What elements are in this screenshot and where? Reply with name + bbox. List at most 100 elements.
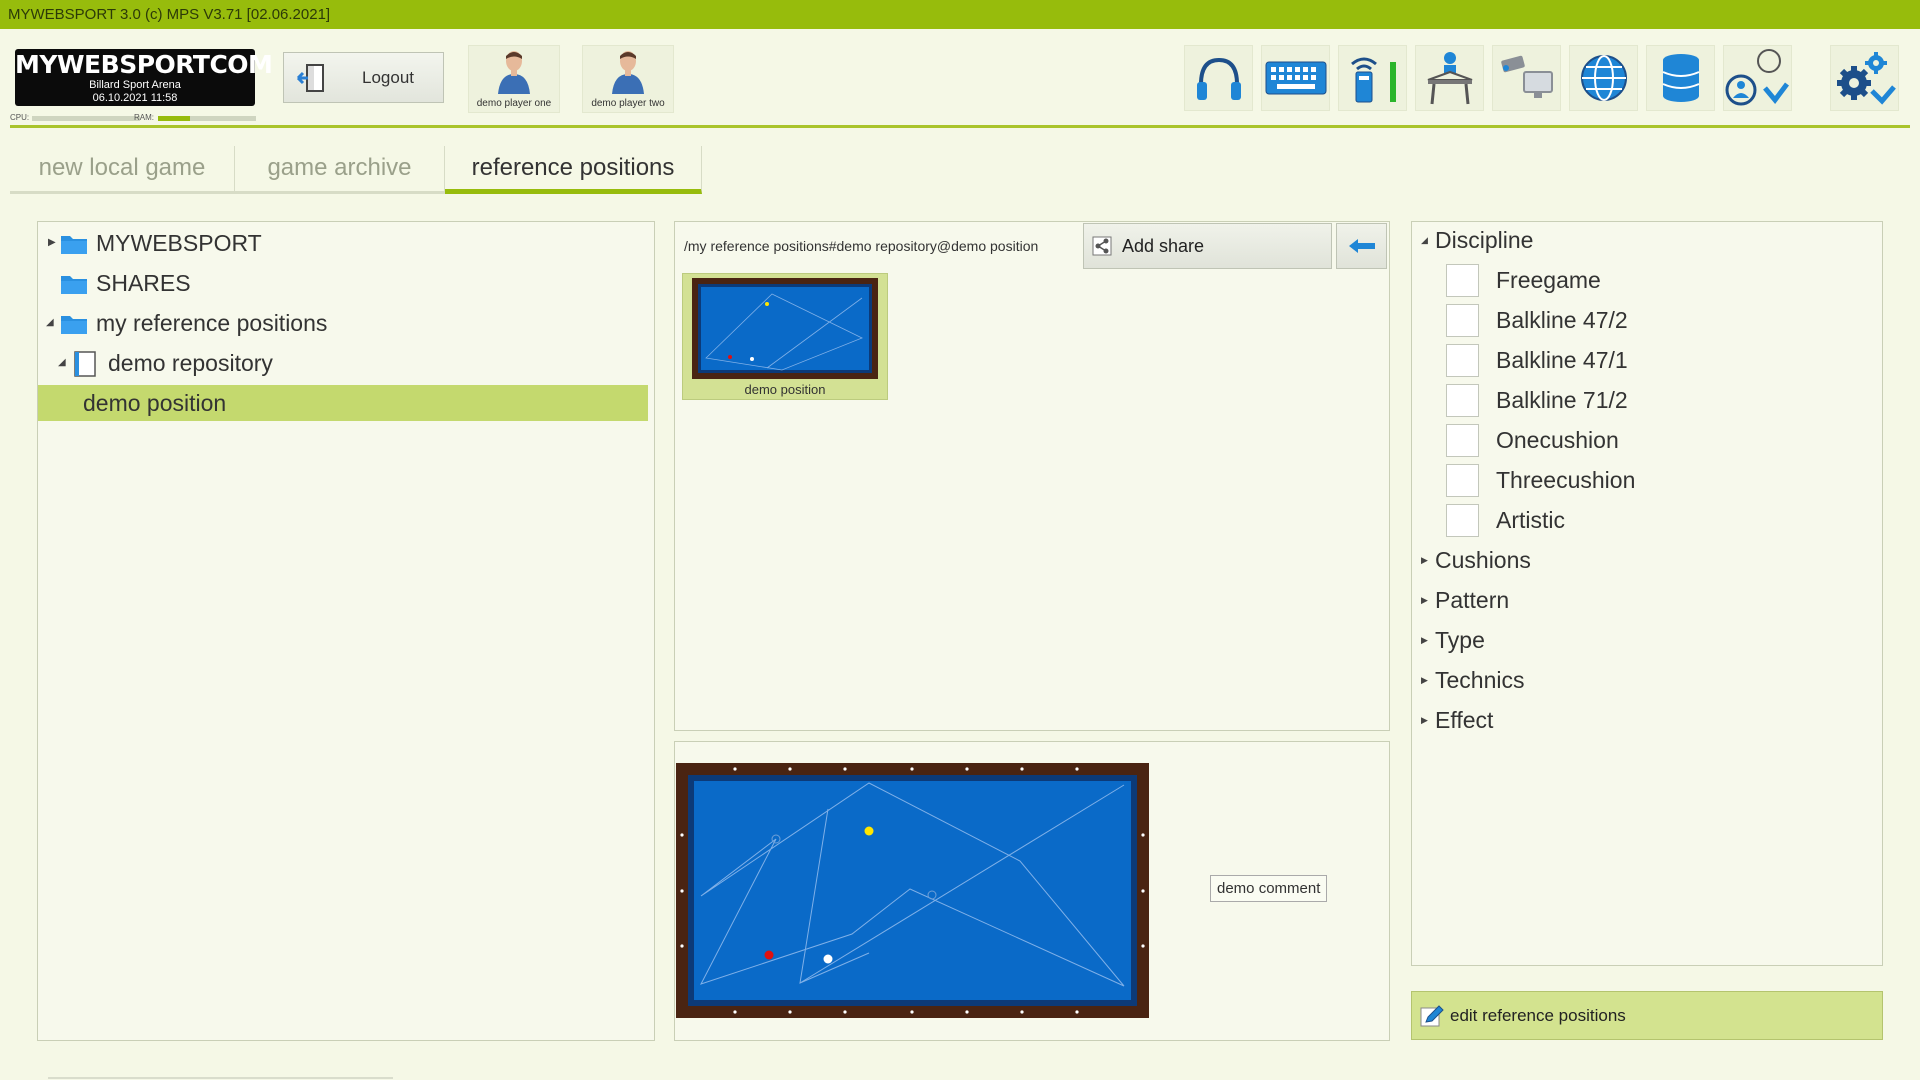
player-one-name: demo player one: [476, 98, 552, 109]
keyboard-icon: [1265, 61, 1326, 95]
collapse-arrow-icon[interactable]: ◢: [1421, 222, 1428, 258]
tree-item-label: my reference positions: [96, 310, 328, 336]
pencil-icon: [1420, 1004, 1444, 1026]
position-path: /my reference positions#demo repository@…: [684, 238, 1039, 254]
settings-button[interactable]: [1830, 45, 1899, 111]
database-button[interactable]: [1646, 45, 1715, 111]
database-icon: [1662, 54, 1699, 102]
folder-icon: [61, 236, 87, 254]
ram-label: RAM:: [134, 113, 154, 122]
tree-item-label: MYWEBSPORT: [96, 230, 262, 256]
presenter-button[interactable]: [1415, 45, 1484, 111]
checkbox[interactable]: [1446, 304, 1479, 337]
player-two-name: demo player two: [591, 98, 665, 109]
resource-meters: CPU: RAM:: [10, 113, 258, 123]
expand-arrow-icon[interactable]: ▶: [1421, 702, 1428, 738]
position-thumbnail[interactable]: demo position: [682, 273, 888, 400]
checkbox[interactable]: [1446, 384, 1479, 417]
position-comment: demo comment: [1210, 875, 1328, 902]
collapse-arrow-icon[interactable]: ◢: [58, 345, 66, 381]
logo-venue: Billard Sport Arena: [89, 79, 181, 91]
tab-reference-positions[interactable]: reference positions: [445, 146, 702, 194]
headphones-button[interactable]: [1184, 45, 1253, 111]
share-icon: [1092, 236, 1112, 256]
checkbox[interactable]: [1446, 264, 1479, 297]
tree-panel: ▶ MYWEBSPORT SHARES ◢ my reference posit…: [37, 221, 655, 1041]
logout-icon: [292, 63, 332, 93]
option-label: Threecushion: [1496, 467, 1636, 493]
collapse-arrow-icon[interactable]: ◢: [46, 305, 54, 341]
checkbox[interactable]: [1446, 344, 1479, 377]
tree-item-demo-position[interactable]: demo position: [38, 385, 648, 421]
filter-group-label: Effect: [1435, 707, 1494, 733]
option-label: Freegame: [1496, 267, 1601, 293]
billiard-table-preview: [676, 763, 1149, 1018]
settings-icon: [1836, 52, 1896, 105]
remote-signal-icon: [1350, 57, 1396, 103]
expand-arrow-icon[interactable]: ▶: [1421, 622, 1428, 658]
checkbox[interactable]: [1446, 504, 1479, 537]
filter-group-label: Cushions: [1435, 547, 1531, 573]
repository-icon: [74, 351, 96, 377]
tab-new-local-game[interactable]: new local game: [10, 146, 235, 194]
tree-item-mywebsport[interactable]: ▶ MYWEBSPORT: [38, 225, 648, 261]
add-share-button[interactable]: Add share: [1083, 223, 1332, 269]
title-bar: MYWEBSPORT 3.0 (c) MPS V3.71 [02.06.2021…: [0, 0, 1920, 29]
option-label: Balkline 47/1: [1496, 347, 1628, 373]
thumbnail-label: demo position: [744, 382, 826, 397]
tree-item-shares[interactable]: SHARES: [38, 265, 648, 301]
option-label: Onecushion: [1496, 427, 1619, 453]
logo-brand: MYWEBSPORTCOM: [15, 50, 273, 79]
keyboard-button[interactable]: [1261, 45, 1330, 111]
folder-icon: [61, 316, 87, 334]
app-logo: MYWEBSPORTCOM Billard Sport Arena 06.10.…: [15, 49, 273, 106]
logout-label: Logout: [362, 67, 414, 87]
expand-arrow-icon[interactable]: ▶: [1421, 542, 1428, 578]
tab-game-archive[interactable]: game archive: [235, 146, 445, 194]
filter-group-label: Pattern: [1435, 587, 1510, 613]
option-label: Balkline 47/2: [1496, 307, 1628, 333]
back-button[interactable]: [1336, 223, 1387, 269]
add-share-label: Add share: [1122, 235, 1205, 256]
logo-datetime: 06.10.2021 11:58: [92, 92, 178, 104]
arrow-left-icon: [1348, 239, 1375, 253]
headphones-icon: [1196, 57, 1241, 100]
ram-meter: [158, 116, 256, 121]
edit-reference-positions-label: edit reference positions: [1450, 1005, 1626, 1025]
header-divider: [10, 125, 1910, 128]
tree-item-demo-repository[interactable]: ◢ demo repository: [38, 345, 648, 381]
player-avatar-icon: [498, 51, 530, 94]
filter-group-label: Type: [1435, 627, 1485, 653]
tree-item-label: SHARES: [96, 270, 191, 296]
filter-group-label: Technics: [1435, 667, 1525, 693]
tree-item-label: demo repository: [108, 350, 273, 376]
checkbox[interactable]: [1446, 424, 1479, 457]
option-label: Balkline 71/2: [1496, 387, 1628, 413]
player-avatar-icon: [612, 51, 644, 94]
cpu-label: CPU:: [10, 113, 30, 122]
logout-button[interactable]: Logout: [283, 52, 444, 103]
presenter-icon: [1427, 52, 1472, 105]
camera-monitor-icon: [1500, 55, 1553, 98]
checkbox[interactable]: [1446, 464, 1479, 497]
option-label: Artistic: [1496, 507, 1565, 533]
globe-icon: [1580, 55, 1627, 101]
folder-icon: [61, 276, 87, 294]
tree-item-label: demo position: [83, 390, 227, 416]
user-switch-icon: [1725, 49, 1789, 106]
thumbnail-table-image: [692, 278, 878, 379]
globe-button[interactable]: [1569, 45, 1638, 111]
expand-arrow-icon[interactable]: ▶: [1421, 582, 1428, 618]
camera-button[interactable]: [1492, 45, 1561, 111]
bottom-divider: [48, 1077, 393, 1079]
player-one-button[interactable]: demo player one: [468, 45, 560, 113]
remote-button[interactable]: [1338, 45, 1407, 111]
player-two-button[interactable]: demo player two: [582, 45, 674, 113]
filter-group-label: Discipline: [1435, 227, 1534, 253]
expand-arrow-icon[interactable]: ▶: [1421, 662, 1428, 698]
edit-reference-positions-button[interactable]: edit reference positions: [1411, 991, 1883, 1040]
expand-arrow-icon[interactable]: ▶: [48, 225, 56, 261]
tree-item-my-reference-positions[interactable]: ◢ my reference positions: [38, 305, 648, 341]
cpu-meter: [32, 116, 140, 121]
user-switch-button[interactable]: [1723, 45, 1792, 111]
